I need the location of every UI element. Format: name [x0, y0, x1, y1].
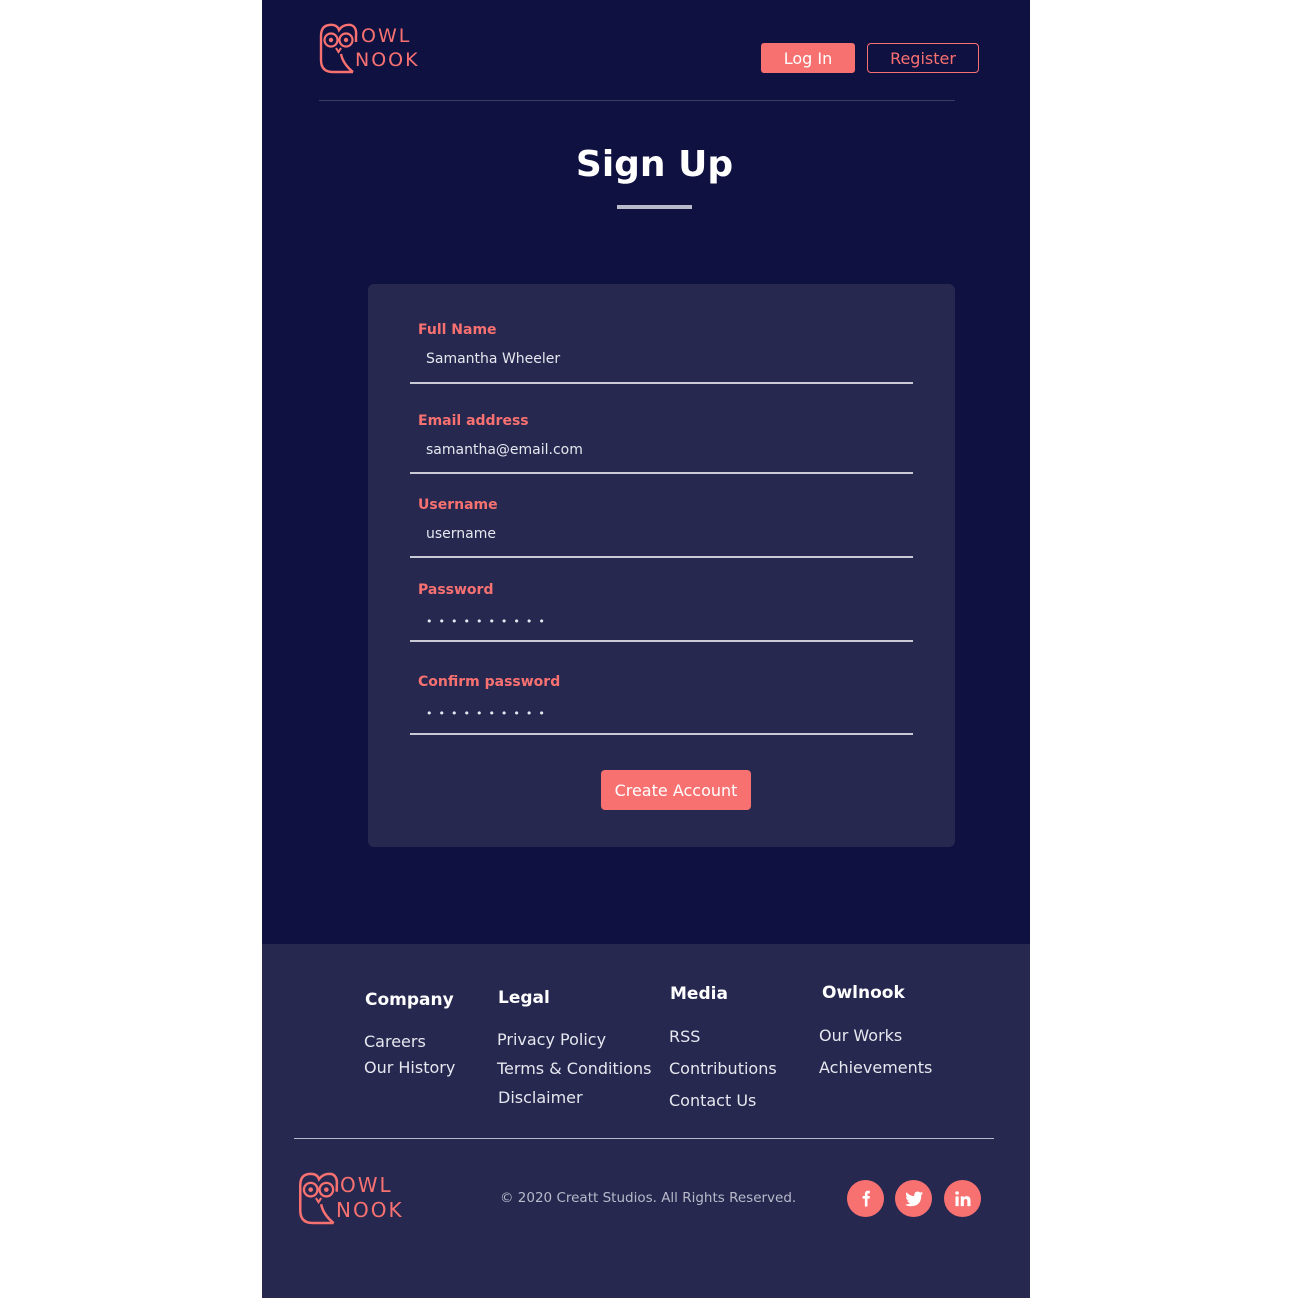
footer-column-legal: Legal Privacy Policy Terms & Conditions …: [497, 988, 651, 1107]
footer-column-media: Media RSS Contributions Contact Us: [669, 984, 777, 1110]
page-title: Sign Up: [575, 144, 734, 185]
title-underline: [617, 205, 692, 209]
twitter-icon[interactable]: [895, 1180, 932, 1217]
email-underline: [410, 472, 913, 474]
logo-line-2: NOOK: [336, 1198, 404, 1222]
footer-column-company: Company Careers Our History: [364, 990, 455, 1077]
confirm-password-underline: [410, 733, 913, 735]
footer-logo[interactable]: OWL NOOK: [294, 1170, 404, 1226]
footer-heading-owlnook: Owlnook: [822, 983, 905, 1003]
username-underline: [410, 556, 913, 558]
page-frame: OWL NOOK Log In Register Sign Up Full Na…: [262, 0, 1030, 1298]
copyright-text: © 2020 Creatt Studios. All Rights Reserv…: [500, 1190, 797, 1206]
footer-heading-legal: Legal: [498, 988, 550, 1008]
login-button[interactable]: Log In: [761, 43, 855, 73]
footer-link-contact-us[interactable]: Contact Us: [669, 1091, 756, 1110]
footer-link-careers[interactable]: Careers: [364, 1032, 426, 1051]
footer-link-privacy-policy[interactable]: Privacy Policy: [497, 1030, 606, 1049]
logo-wordmark: OWL NOOK: [336, 1173, 404, 1223]
full-name-underline: [410, 382, 913, 384]
username-label: Username: [418, 497, 498, 513]
signup-form-card: Full Name Email address Username Passwor…: [368, 284, 955, 847]
footer-link-rss[interactable]: RSS: [669, 1027, 700, 1046]
footer-link-achievements[interactable]: Achievements: [819, 1058, 932, 1077]
logo-wordmark: OWL NOOK: [355, 24, 420, 72]
footer-link-our-history[interactable]: Our History: [364, 1058, 455, 1077]
footer-heading-media: Media: [670, 984, 728, 1004]
email-label: Email address: [418, 413, 529, 429]
logo-line-2: NOOK: [355, 49, 420, 71]
header-divider: [319, 100, 955, 101]
full-name-label: Full Name: [418, 322, 497, 338]
password-label: Password: [418, 582, 494, 598]
owl-logo-icon: [299, 1172, 339, 1225]
logo-line-1: OWL: [361, 25, 412, 47]
header-logo[interactable]: OWL NOOK: [315, 22, 420, 74]
footer-column-owlnook: Owlnook Our Works Achievements: [819, 983, 932, 1077]
email-input[interactable]: [426, 439, 896, 461]
register-button[interactable]: Register: [867, 43, 979, 73]
confirm-password-input[interactable]: [426, 702, 896, 724]
confirm-password-label: Confirm password: [418, 674, 561, 690]
logo-line-1: OWL: [340, 1173, 393, 1197]
username-input[interactable]: [426, 523, 896, 545]
footer-heading-company: Company: [365, 990, 454, 1010]
password-underline: [410, 640, 913, 642]
full-name-input[interactable]: [426, 348, 896, 370]
footer-link-our-works[interactable]: Our Works: [819, 1026, 902, 1045]
footer: Company Careers Our History Legal Privac…: [262, 944, 1030, 1298]
footer-link-disclaimer[interactable]: Disclaimer: [498, 1088, 583, 1107]
footer-link-terms-conditions[interactable]: Terms & Conditions: [497, 1059, 651, 1078]
facebook-icon[interactable]: [847, 1180, 884, 1217]
footer-link-contributions[interactable]: Contributions: [669, 1059, 777, 1078]
password-input[interactable]: [426, 610, 896, 632]
footer-divider: [294, 1138, 994, 1139]
linkedin-icon[interactable]: [944, 1180, 981, 1217]
create-account-button[interactable]: Create Account: [601, 770, 751, 810]
